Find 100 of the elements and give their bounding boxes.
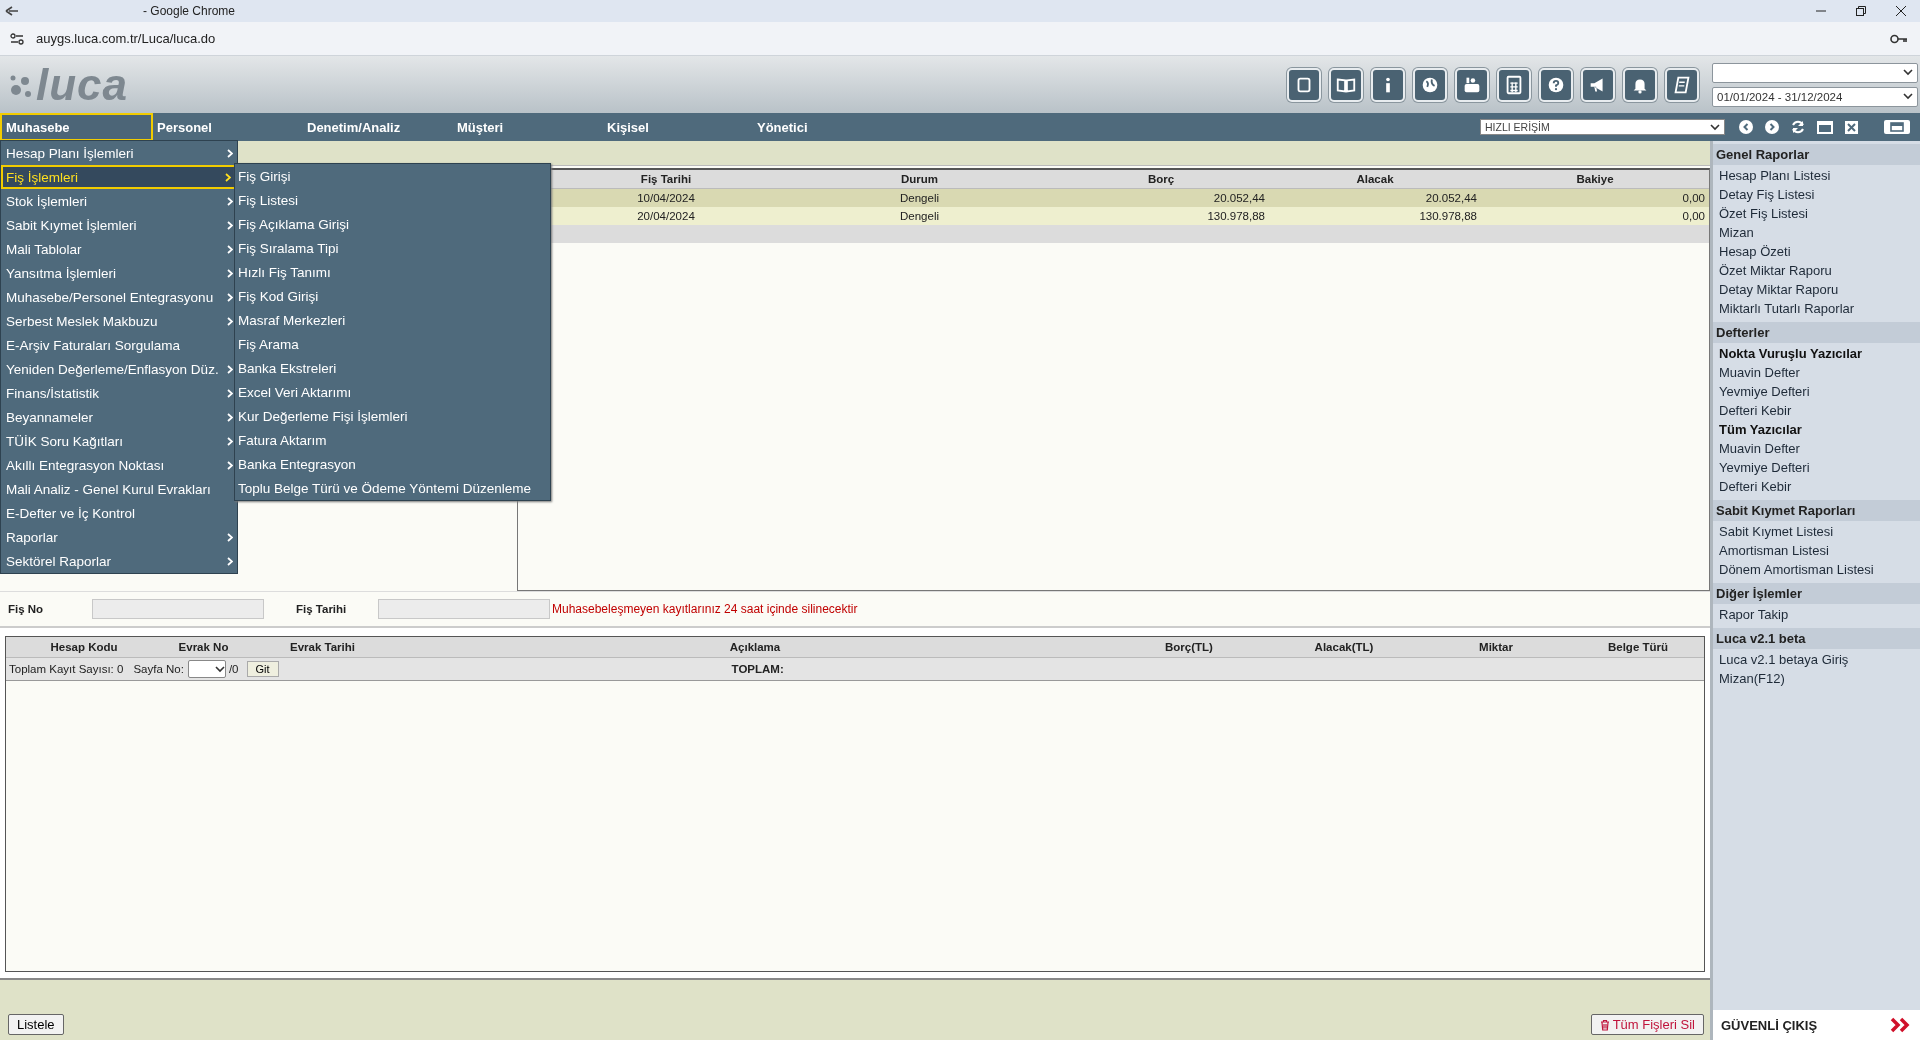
notebook-icon[interactable] — [1665, 67, 1699, 102]
logout-button[interactable]: GÜVENLİ ÇIKIŞ — [1713, 1010, 1920, 1040]
page-select[interactable] — [187, 660, 226, 678]
note-icon[interactable] — [1287, 67, 1321, 102]
sidebar-link[interactable]: Detay Miktar Raporu — [1719, 282, 1914, 297]
next-icon[interactable] — [1765, 120, 1779, 134]
submenu-item[interactable]: Fiş Kod Girişi — [235, 284, 550, 308]
column-header: Hesap Kodu — [49, 640, 119, 655]
window-icon[interactable] — [1817, 120, 1833, 134]
menu-item[interactable]: Sabit Kıymet İşlemleri — [1, 213, 237, 237]
info-icon[interactable] — [1371, 67, 1405, 102]
sidebar-link[interactable]: Detay Fiş Listesi — [1719, 187, 1914, 202]
list-button[interactable]: Listele — [8, 1014, 64, 1035]
sidebar-link[interactable]: Muavin Defter — [1719, 441, 1914, 456]
submenu-item[interactable]: Fiş Arama — [235, 332, 550, 356]
menu-item[interactable]: TÜİK Soru Kağıtları — [1, 429, 237, 453]
sidebar-link[interactable]: Yevmiye Defteri — [1719, 384, 1914, 399]
nav-tab[interactable]: Personel — [153, 113, 303, 141]
caret-icon — [214, 665, 225, 673]
submenu-item[interactable]: Masraf Merkezleri — [235, 308, 550, 332]
column-header: Borç(TL) — [1164, 640, 1214, 655]
menu-item[interactable]: Yeniden Değerleme/Enflasyon Düz. — [1, 357, 237, 381]
menu-item[interactable]: Yansıtma İşlemleri — [1, 261, 237, 285]
menu-item[interactable]: E-Arşiv Faturaları Sorgulama — [1, 333, 237, 357]
menu-item[interactable]: Stok İşlemleri — [1, 189, 237, 213]
sidebar-link[interactable]: Rapor Takip — [1719, 607, 1914, 622]
period-select[interactable]: 01/01/2024 - 31/12/2024 — [1712, 86, 1918, 107]
page-total: /0 — [228, 663, 239, 675]
sidebar-link[interactable]: Özet Miktar Raporu — [1719, 263, 1914, 278]
column-header: Alacak(TL) — [1313, 640, 1375, 655]
menu-item[interactable]: E-Defter ve İç Kontrol — [1, 501, 237, 525]
site-info-icon[interactable] — [10, 32, 24, 45]
input-field[interactable] — [92, 599, 264, 619]
sidebar-link[interactable]: Muavin Defter — [1719, 365, 1914, 380]
sidebar-link[interactable]: Hesap Özeti — [1719, 244, 1914, 259]
menu-item[interactable]: Mali Analiz - Genel Kurul Evrakları — [1, 477, 237, 501]
caret-icon — [1710, 123, 1720, 131]
menu-item[interactable]: Sektörel Raporlar — [1, 549, 237, 573]
section-header: Sabit Kıymet Raporları — [1713, 500, 1920, 521]
sidebar-link[interactable]: Luca v2.1 betaya Giriş — [1719, 652, 1914, 667]
submenu-item[interactable]: Fatura Aktarım — [235, 428, 550, 452]
restore-icon[interactable] — [1856, 6, 1866, 16]
submenu-item[interactable]: Excel Veri Aktarımı — [235, 380, 550, 404]
window-icon[interactable] — [1884, 120, 1910, 134]
menu-item[interactable]: Hesap Planı İşlemleri — [1, 141, 237, 165]
sidebar-link[interactable]: Hesap Planı Listesi — [1719, 168, 1914, 183]
menu-item[interactable]: Muhasebe/Personel Entegrasyonu — [1, 285, 237, 309]
submenu-item[interactable]: Hızlı Fiş Tanımı — [235, 260, 550, 284]
menu-item[interactable]: Beyannameler — [1, 405, 237, 429]
submenu-item[interactable]: Kur Değerleme Fişi İşlemleri — [235, 404, 550, 428]
menu-item[interactable]: Serbest Meslek Makbuzu — [1, 309, 237, 333]
input-field[interactable] — [378, 599, 550, 619]
close-icon[interactable] — [1845, 120, 1858, 134]
nav-tab[interactable]: Denetim/Analiz — [303, 113, 453, 141]
sidebar-link[interactable]: Mizan(F12) — [1719, 671, 1914, 686]
calculator-icon[interactable] — [1497, 67, 1531, 102]
sidebar-link[interactable]: Yevmiye Defteri — [1719, 460, 1914, 475]
submenu-item[interactable]: Banka Ekstreleri — [235, 356, 550, 380]
menu-item[interactable]: Raporlar — [1, 525, 237, 549]
table-cell: 0,00 — [1481, 189, 1709, 207]
previous-icon[interactable] — [1739, 120, 1753, 134]
refresh-icon[interactable] — [1791, 120, 1805, 134]
sidebar-link[interactable]: Defteri Kebir — [1719, 403, 1914, 418]
nav-tab[interactable]: Yönetici — [753, 113, 903, 141]
page-label: Sayfa No: — [133, 663, 184, 675]
key-icon[interactable] — [1890, 33, 1908, 44]
nav-tab[interactable]: Müşteri — [453, 113, 603, 141]
sidebar-link[interactable]: Mizan — [1719, 225, 1914, 240]
bell-icon[interactable] — [1623, 67, 1657, 102]
section-header: Genel Raporlar — [1713, 144, 1920, 165]
menu-item[interactable]: Mali Tablolar — [1, 237, 237, 261]
sidebar-link[interactable]: Özet Fiş Listesi — [1719, 206, 1914, 221]
sidebar-link[interactable]: Amortisman Listesi — [1719, 543, 1914, 558]
url-field[interactable]: auygs.luca.com.tr/Luca/luca.do — [36, 31, 216, 46]
submenu-item[interactable]: Toplu Belge Türü ve Ödeme Yöntemi Düzenleme — [235, 476, 550, 500]
menu-item[interactable]: Akıllı Entegrasyon Noktası — [1, 453, 237, 477]
menu-item[interactable]: Finans/İstatistik — [1, 381, 237, 405]
column-header: Borç — [1053, 170, 1269, 189]
quick-access-select[interactable]: HIZLI ERİŞİM — [1480, 119, 1725, 135]
nav-tab[interactable]: Muhasebe — [0, 113, 153, 141]
submenu-item[interactable]: Banka Entegrasyon — [235, 452, 550, 476]
go-button[interactable]: Git — [246, 661, 279, 677]
nav-tab[interactable]: Kişisel — [603, 113, 753, 141]
sidebar-link[interactable]: Miktarlı Tutarlı Raporlar — [1719, 301, 1914, 316]
sidebar-link[interactable]: Sabit Kıymet Listesi — [1719, 524, 1914, 539]
company-select[interactable] — [1712, 62, 1918, 83]
sidebar-link[interactable]: Dönem Amortisman Listesi — [1719, 562, 1914, 577]
delete-all-button[interactable]: Tüm Fişleri Sil — [1590, 1014, 1704, 1035]
caret-icon — [1903, 93, 1913, 100]
sidebar-link[interactable]: Defteri Kebir — [1719, 479, 1914, 494]
close-icon[interactable] — [1896, 6, 1906, 16]
book-icon[interactable] — [1329, 67, 1363, 102]
section-header: Diğer İşlemler — [1713, 583, 1920, 604]
column-header: Miktar — [1478, 640, 1514, 655]
help-icon[interactable] — [1539, 67, 1573, 102]
table-cell: 20.052,44 — [1053, 189, 1269, 207]
megaphone-icon[interactable] — [1581, 67, 1615, 102]
menu-item[interactable]: Fiş İşlemleri — [1, 165, 237, 189]
table-cell: 130.978,88 — [1053, 207, 1269, 225]
submenu-item[interactable]: Fiş Sıralama Tipi — [235, 236, 550, 260]
